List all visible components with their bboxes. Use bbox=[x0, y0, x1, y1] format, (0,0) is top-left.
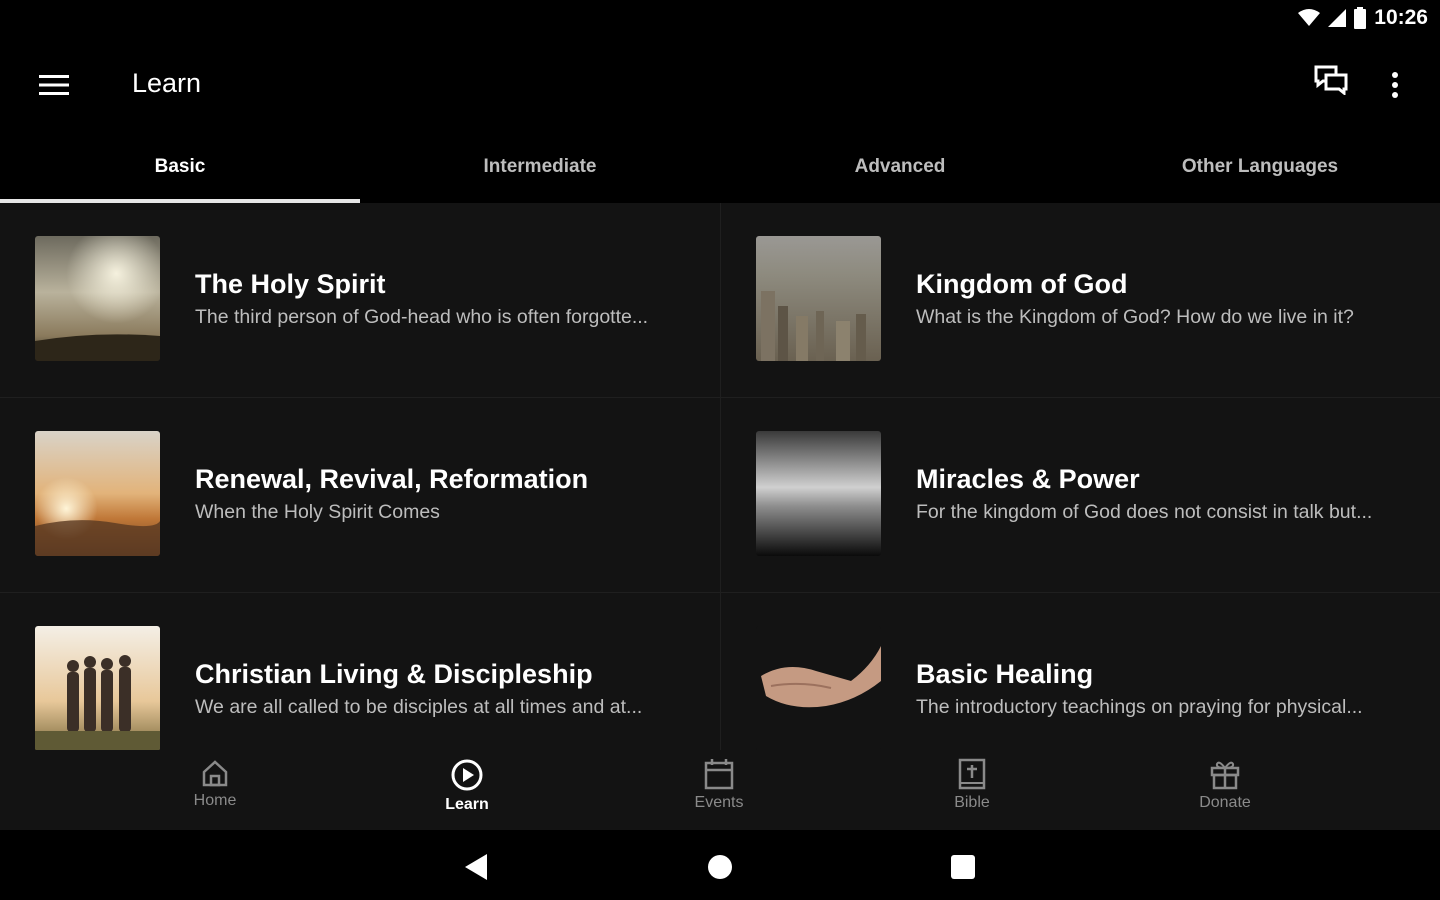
back-triangle-icon bbox=[465, 854, 487, 880]
nav-learn[interactable]: Learn bbox=[407, 758, 527, 824]
chat-icon bbox=[1314, 65, 1348, 97]
tab-intermediate[interactable]: Intermediate bbox=[360, 130, 720, 203]
system-home-button[interactable] bbox=[703, 850, 737, 884]
course-card-basic-healing[interactable]: Basic Healing The introductory teachings… bbox=[721, 593, 1440, 750]
more-options-button[interactable] bbox=[1380, 65, 1410, 105]
tab-advanced[interactable]: Advanced bbox=[720, 130, 1080, 203]
group-of-friends-image bbox=[35, 626, 160, 750]
nav-home-label: Home bbox=[193, 792, 237, 809]
course-title: The Holy Spirit bbox=[195, 269, 386, 299]
course-card-holy-spirit[interactable]: The Holy Spirit The third person of God-… bbox=[0, 203, 721, 398]
nav-donate[interactable]: Donate bbox=[1165, 758, 1285, 824]
home-circle-icon bbox=[708, 855, 732, 879]
bottom-navigation: Home Learn Events Bible Donate bbox=[0, 750, 1440, 830]
course-card-renewal[interactable]: Renewal, Revival, Reformation When the H… bbox=[0, 398, 721, 593]
cell-signal-icon bbox=[1328, 9, 1347, 27]
wifi-icon bbox=[1298, 9, 1321, 26]
system-recents-button[interactable] bbox=[946, 850, 980, 884]
gift-icon bbox=[1210, 761, 1240, 790]
misty-sea-image bbox=[756, 431, 881, 556]
status-icons: 10:26 bbox=[1298, 6, 1428, 30]
more-vert-icon bbox=[1392, 72, 1398, 98]
tab-other-languages[interactable]: Other Languages bbox=[1080, 130, 1440, 203]
battery-icon bbox=[1354, 7, 1367, 29]
course-title: Miracles & Power bbox=[916, 464, 1140, 494]
course-title: Basic Healing bbox=[916, 659, 1094, 689]
course-card-kingdom-of-god[interactable]: Kingdom of God What is the Kingdom of Go… bbox=[721, 203, 1440, 398]
nav-donate-label: Donate bbox=[1199, 794, 1251, 811]
nav-events[interactable]: Events bbox=[659, 758, 779, 824]
tab-basic[interactable]: Basic bbox=[0, 130, 360, 203]
open-hands-image bbox=[756, 626, 881, 750]
course-subtitle: The introductory teachings on praying fo… bbox=[916, 696, 1363, 718]
sunset-image bbox=[35, 431, 160, 556]
course-card-miracles[interactable]: Miracles & Power For the kingdom of God … bbox=[721, 398, 1440, 593]
course-subtitle: When the Holy Spirit Comes bbox=[195, 501, 440, 523]
city-aerial-image bbox=[756, 236, 881, 361]
course-subtitle: What is the Kingdom of God? How do we li… bbox=[916, 306, 1354, 328]
course-title: Kingdom of God bbox=[916, 269, 1128, 299]
bible-icon bbox=[958, 758, 986, 790]
recents-square-icon bbox=[951, 855, 975, 879]
course-subtitle: The third person of God-head who is ofte… bbox=[195, 306, 649, 328]
nav-learn-label: Learn bbox=[445, 796, 489, 813]
course-title: Christian Living & Discipleship bbox=[195, 659, 593, 689]
status-time: 10:26 bbox=[1374, 6, 1428, 29]
course-title: Renewal, Revival, Reformation bbox=[195, 464, 589, 494]
course-card-christian-living[interactable]: Christian Living & Discipleship We are a… bbox=[0, 593, 721, 750]
nav-events-label: Events bbox=[694, 794, 744, 811]
app-bar: Learn bbox=[0, 40, 1440, 130]
chat-button[interactable] bbox=[1314, 65, 1354, 105]
home-icon bbox=[202, 760, 228, 787]
nav-home[interactable]: Home bbox=[155, 758, 275, 824]
level-tabs: Basic Intermediate Advanced Other Langua… bbox=[0, 130, 1440, 203]
nav-bible[interactable]: Bible bbox=[912, 758, 1032, 824]
course-list: The Holy Spirit The third person of God-… bbox=[0, 203, 1440, 750]
page-title: Learn bbox=[132, 68, 202, 98]
hamburger-menu-icon bbox=[39, 75, 69, 95]
course-subtitle: We are all called to be disciples at all… bbox=[195, 696, 643, 718]
status-bar: 10:26 bbox=[0, 0, 1440, 40]
play-circle-icon bbox=[451, 759, 483, 791]
menu-button[interactable] bbox=[24, 67, 84, 103]
calendar-icon bbox=[704, 759, 734, 790]
course-subtitle: For the kingdom of God does not consist … bbox=[916, 501, 1373, 523]
system-navigation-bar bbox=[0, 830, 1440, 900]
sky-clouds-image bbox=[35, 236, 160, 361]
nav-bible-label: Bible bbox=[954, 794, 990, 811]
system-back-button[interactable] bbox=[459, 850, 493, 884]
